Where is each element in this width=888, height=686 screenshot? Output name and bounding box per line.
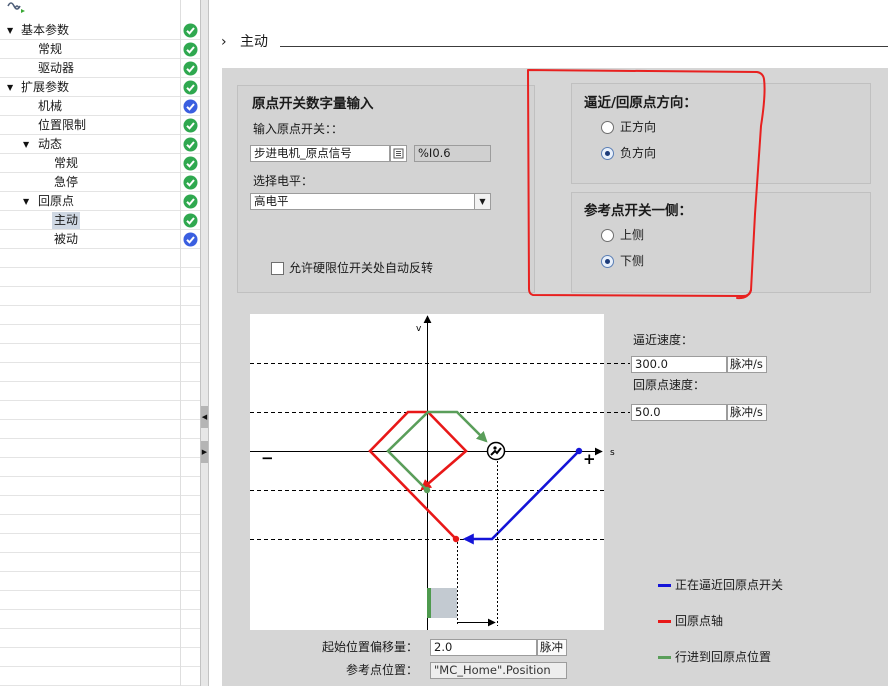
approach-start-dot xyxy=(575,447,583,455)
legend-move-home-label: 行进到回原点位置 xyxy=(675,650,772,664)
check-blue-icon xyxy=(183,99,198,114)
tree-item-emergency-stop[interactable]: 急停 xyxy=(0,173,200,192)
tree-item-label: 主动 xyxy=(52,212,81,229)
header-divider xyxy=(280,46,888,47)
browse-tag-button[interactable] xyxy=(390,145,407,162)
position-axis-label: s xyxy=(610,448,615,458)
tree-item-label: 动态 xyxy=(38,137,63,151)
tree-item-label: 被动 xyxy=(54,232,79,246)
move-to-home-start-dot xyxy=(423,486,431,494)
navigation-tree: ▼ 基本参数 常规 驱动器 ▼ 扩展参数 机械 位置限制 ▼ 动态 常规 急停 … xyxy=(0,0,200,686)
auto-reverse-checkbox[interactable] xyxy=(271,262,284,275)
legend-homing-axis-label: 回原点轴 xyxy=(675,614,724,628)
tree-item-dynamics-general[interactable]: 常规 xyxy=(0,154,200,173)
home-switch-address-field: %I0.6 xyxy=(414,145,491,162)
level-select-label: 选择电平： xyxy=(253,174,314,188)
expand-toggle-icon[interactable]: ▼ xyxy=(23,192,29,211)
check-green-icon xyxy=(183,213,198,228)
red-annotation-outline xyxy=(527,69,766,300)
homing-diagram: v s − + xyxy=(250,314,630,630)
start-offset-label: 起始位置偏移量： xyxy=(322,640,419,654)
approach-speed-unit: 脉冲/s xyxy=(727,356,767,373)
legend-approach-label: 正在逼近回原点开关 xyxy=(675,578,784,592)
expand-toggle-icon[interactable]: ▼ xyxy=(23,135,29,154)
check-green-icon xyxy=(183,137,198,152)
home-switch-input-label: 输入原点开关：： xyxy=(253,122,344,136)
tree-item-label: 常规 xyxy=(38,42,63,56)
check-green-icon xyxy=(183,23,198,38)
positive-direction-label: + xyxy=(583,450,596,468)
level-select-value: 高电平 xyxy=(254,194,289,208)
tree-item-active-homing[interactable]: 主动 xyxy=(0,211,200,230)
expand-toggle-icon[interactable]: ▼ xyxy=(7,78,13,97)
check-green-icon xyxy=(183,194,198,209)
check-green-icon xyxy=(183,156,198,171)
tree-item-label: 扩展参数 xyxy=(21,80,70,94)
homing-speed-unit: 脉冲/s xyxy=(727,404,767,421)
homing-speed-label: 回原点速度： xyxy=(633,378,706,392)
expand-toggle-icon[interactable]: ▼ xyxy=(7,21,13,40)
check-blue-icon xyxy=(183,232,198,247)
tree-item-dynamics[interactable]: ▼ 动态 xyxy=(0,135,200,154)
tree-item-label: 位置限制 xyxy=(38,118,87,132)
homing-axis-start-dot xyxy=(452,535,460,543)
chevron-right-icon[interactable]: › xyxy=(221,33,227,51)
tree-item-label: 机械 xyxy=(38,99,63,113)
approach-speed-input[interactable]: 300.0 xyxy=(631,356,727,373)
check-green-icon xyxy=(183,61,198,76)
axis-config-icon xyxy=(7,2,25,13)
tree-item-position-limits[interactable]: 位置限制 xyxy=(0,116,200,135)
reference-position-field: "MC_Home".Position xyxy=(430,662,567,679)
page-title: 主动 xyxy=(240,34,268,50)
tree-item-label: 常规 xyxy=(54,156,79,170)
negative-direction-label: − xyxy=(261,449,274,467)
check-green-icon xyxy=(183,118,198,133)
home-switch-group-title: 原点开关数字量输入 xyxy=(252,96,374,112)
start-offset-input[interactable]: 2.0 xyxy=(430,639,537,656)
level-select-dropdown[interactable]: 高电平 ▼ xyxy=(250,193,491,210)
tree-item-drive[interactable]: 驱动器 xyxy=(0,59,200,78)
list-icon xyxy=(393,148,404,159)
tree-item-label: 急停 xyxy=(54,175,79,189)
legend-green-line xyxy=(658,656,671,659)
tree-item-label: 基本参数 xyxy=(21,23,70,37)
home-switch-input-field[interactable]: 步进电机_原点信号 xyxy=(250,145,390,162)
home-position-bar xyxy=(427,588,431,618)
start-offset-unit: 脉冲 xyxy=(537,639,567,656)
tree-item-extended-params[interactable]: ▼ 扩展参数 xyxy=(0,78,200,97)
tree-item-homing[interactable]: ▼ 回原点 xyxy=(0,192,200,211)
check-green-icon xyxy=(183,80,198,95)
tree-item-general[interactable]: 常规 xyxy=(0,40,200,59)
tree-item-label: 回原点 xyxy=(38,194,75,208)
approach-speed-label: 逼近速度： xyxy=(633,333,694,347)
expand-right-icon[interactable]: ▶ xyxy=(201,441,208,463)
chevron-down-icon[interactable]: ▼ xyxy=(474,194,490,209)
tree-item-basic-params[interactable]: ▼ 基本参数 xyxy=(0,21,200,40)
velocity-axis-label: v xyxy=(416,324,422,334)
home-position-block xyxy=(427,588,457,618)
auto-reverse-label[interactable]: 允许硬限位开关处自动反转 xyxy=(289,260,433,276)
reference-position-label: 参考点位置： xyxy=(346,663,419,677)
check-green-icon xyxy=(183,42,198,57)
homing-speed-input[interactable]: 50.0 xyxy=(631,404,727,421)
tree-item-mechanics[interactable]: 机械 xyxy=(0,97,200,116)
panel-splitter[interactable]: ◀ ▶ xyxy=(200,0,209,686)
tree-item-passive-homing[interactable]: 被动 xyxy=(0,230,200,249)
reference-switch-icon xyxy=(486,441,506,461)
tree-item-label: 驱动器 xyxy=(38,61,75,75)
legend-blue-line xyxy=(658,584,671,587)
collapse-left-icon[interactable]: ◀ xyxy=(201,406,208,428)
legend-red-line xyxy=(658,620,671,623)
check-green-icon xyxy=(183,175,198,190)
